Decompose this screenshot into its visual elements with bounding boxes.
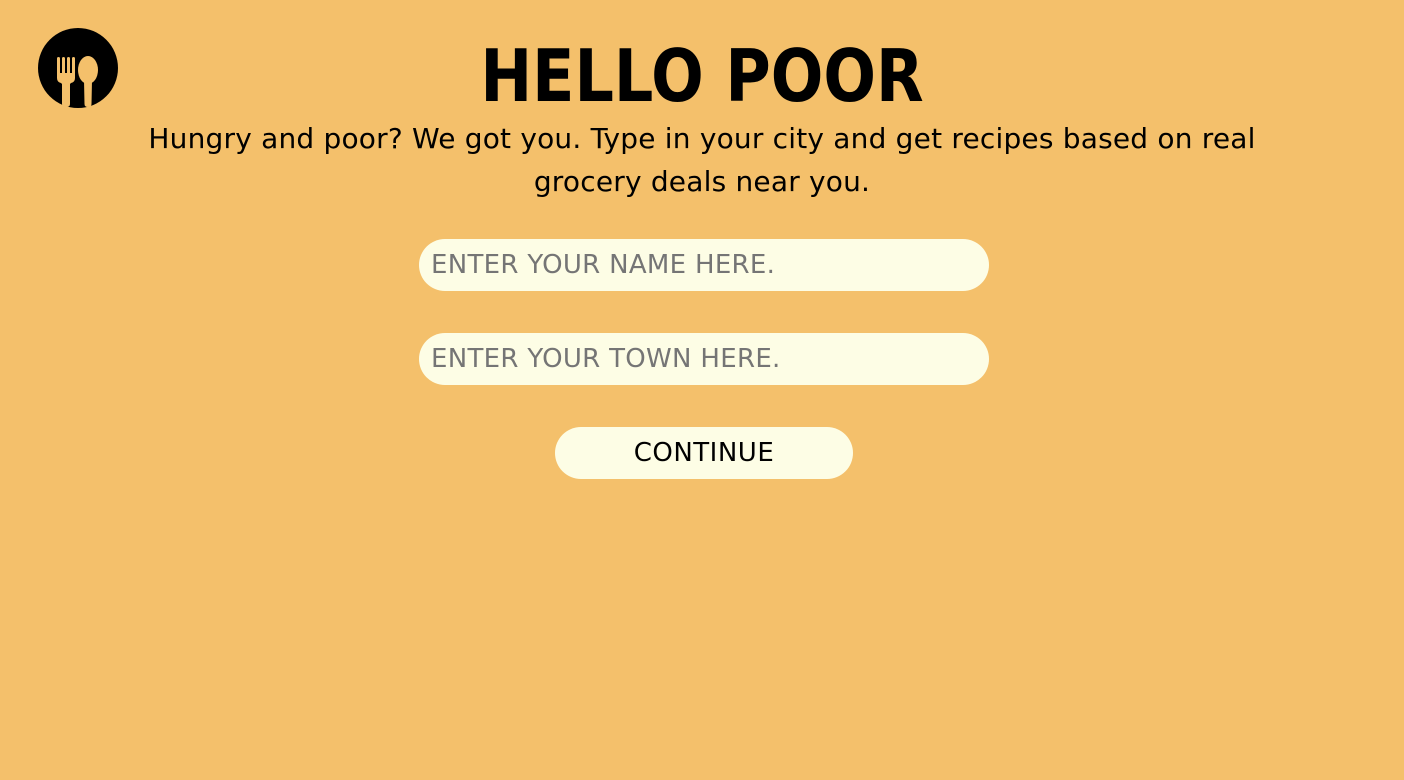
town-input[interactable]: [419, 333, 989, 385]
tagline: Hungry and poor? We got you. Type in you…: [148, 122, 1256, 198]
continue-button[interactable]: CONTINUE: [555, 427, 853, 479]
page-title: HELLO POOR: [480, 34, 924, 118]
landing-page: HELLO POOR Hungry and poor? We got you. …: [0, 0, 1404, 780]
name-input[interactable]: [419, 239, 989, 291]
